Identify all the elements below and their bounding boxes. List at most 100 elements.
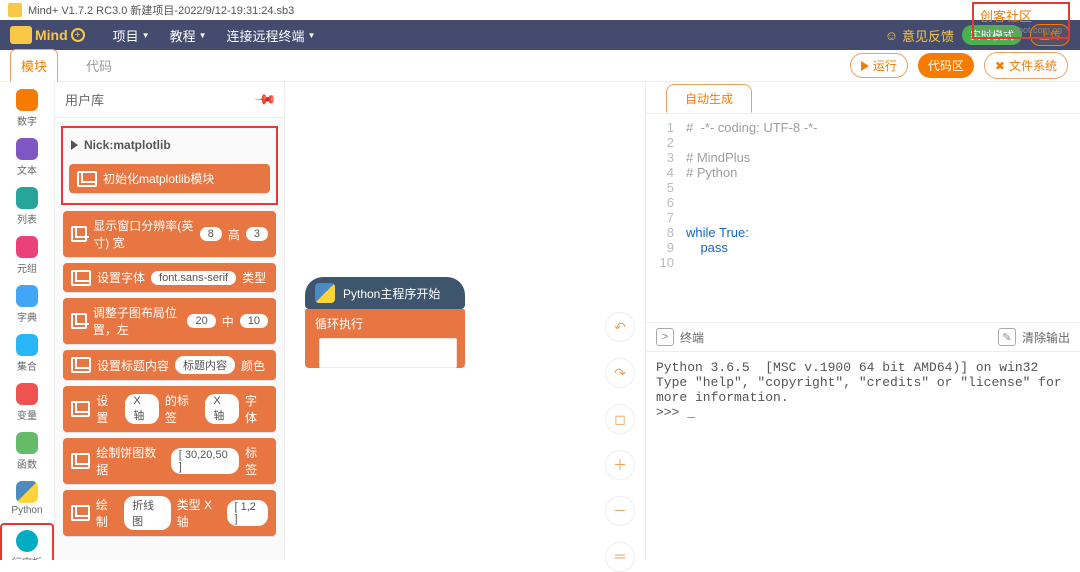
pin-icon[interactable]: 📌 xyxy=(253,87,277,111)
codezone-button[interactable]: 代码区 xyxy=(918,53,974,78)
chart-icon xyxy=(71,226,87,242)
window-title: Mind+ V1.7.2 RC3.0 新建项目-2022/9/12-19:31:… xyxy=(28,2,294,18)
filesystem-button[interactable]: ✖文件系统 xyxy=(984,52,1068,79)
zoom-fit-button[interactable]: ＝ xyxy=(605,542,635,572)
play-icon xyxy=(861,61,869,71)
input-linedata[interactable]: [ 1,2 ] xyxy=(227,500,269,526)
chart-icon xyxy=(71,357,91,373)
input-mid[interactable]: 10 xyxy=(240,314,268,328)
python-icon xyxy=(16,481,38,503)
terminal-icon: > xyxy=(656,328,674,346)
variable-icon xyxy=(16,383,38,405)
block-subplot[interactable]: 调整子图布局位置，左 20 中 10 xyxy=(63,298,276,344)
undo-button[interactable]: ↶ xyxy=(605,312,635,342)
main-tabs: 模块 代码 运行 代码区 ✖文件系统 xyxy=(0,50,1080,82)
c-block-loop[interactable]: 循环执行 xyxy=(305,309,465,368)
rail-function[interactable]: 函数 xyxy=(4,429,50,474)
category-header[interactable]: Nick:matplotlib xyxy=(67,132,272,158)
terminal-header: > 终端 ✎ 清除输出 xyxy=(646,322,1080,352)
gear-icon: ✖ xyxy=(995,59,1005,73)
right-tabs: 自动生成 xyxy=(646,82,1080,114)
input-piedata[interactable]: [ 30,20,50 ] xyxy=(171,448,239,474)
tuple-icon xyxy=(16,236,38,258)
rail-dict[interactable]: 字典 xyxy=(4,282,50,327)
logo-plus-icon: + xyxy=(71,28,85,42)
rail-set[interactable]: 集合 xyxy=(4,331,50,376)
rail-tuple[interactable]: 元组 xyxy=(4,233,50,278)
input-height[interactable]: 3 xyxy=(246,227,268,241)
feedback-link[interactable]: ☺意见反馈 xyxy=(885,26,954,45)
rail-python[interactable]: Python xyxy=(4,478,50,519)
list-icon xyxy=(16,187,38,209)
input-left[interactable]: 20 xyxy=(187,314,215,328)
smile-icon: ☺ xyxy=(885,28,898,43)
block-font[interactable]: 设置字体 font.sans-serif 类型 xyxy=(63,263,276,292)
zoom-out-button[interactable]: － xyxy=(605,496,635,526)
block-pie[interactable]: 绘制饼图数据 [ 30,20,50 ] 标签 xyxy=(63,438,276,484)
rail-number[interactable]: 数字 xyxy=(4,86,50,131)
number-icon xyxy=(16,89,38,111)
hat-python-start[interactable]: Python主程序开始 xyxy=(305,277,465,309)
block-line[interactable]: 绘制 折线图 类型 X轴 [ 1,2 ] xyxy=(63,490,276,536)
chart-icon xyxy=(71,505,90,521)
input-font[interactable]: font.sans-serif xyxy=(151,271,236,285)
rail-variable[interactable]: 变量 xyxy=(4,380,50,425)
dict-icon xyxy=(16,285,38,307)
chart-icon xyxy=(77,171,97,187)
terminal-output[interactable]: Python 3.6.5 [MSC v.1900 64 bit AMD64)] … xyxy=(646,352,1080,560)
caret-down-icon: ▼ xyxy=(308,31,316,40)
logo-icon xyxy=(10,26,32,44)
run-button[interactable]: 运行 xyxy=(850,53,908,78)
block-title[interactable]: 设置标题内容 标题内容 颜色 xyxy=(63,350,276,380)
main-area: 数字 文本 列表 元组 字典 集合 变量 函数 Python 行空板 用户库 用… xyxy=(0,82,1080,560)
menu-remote[interactable]: 连接远程终端▼ xyxy=(217,26,326,45)
function-icon xyxy=(16,432,38,454)
category-rail: 数字 文本 列表 元组 字典 集合 变量 函数 Python 行空板 用户库 xyxy=(0,82,55,560)
python-icon xyxy=(315,283,335,303)
block-xaxis[interactable]: 设置 X轴 的标签 X轴 字体 xyxy=(63,386,276,432)
dropdown-axis[interactable]: X轴 xyxy=(125,394,159,424)
menu-project[interactable]: 项目▼ xyxy=(103,26,160,45)
logo[interactable]: Mind + xyxy=(10,26,85,44)
expand-icon xyxy=(71,140,78,150)
block-init-matplotlib[interactable]: 初始化matplotlib模块 xyxy=(69,164,270,193)
unihiker-icon xyxy=(16,530,38,552)
tab-code[interactable]: 代码 xyxy=(76,50,122,81)
input-xlabel[interactable]: X轴 xyxy=(205,394,239,424)
input-width[interactable]: 8 xyxy=(200,227,222,241)
menubar: Mind + 项目▼ 教程▼ 连接远程终端▼ ☺意见反馈 实时模式 上传 xyxy=(0,20,1080,50)
right-panel: 自动生成 1# -*- coding: UTF-8 -*-23# MindPlu… xyxy=(645,82,1080,560)
highlight-frame: Nick:matplotlib 初始化matplotlib模块 xyxy=(61,126,278,205)
zoom-in-button[interactable]: ＋ xyxy=(605,450,635,480)
crop-button[interactable]: ◻ xyxy=(605,404,635,434)
tab-module[interactable]: 模块 xyxy=(10,49,58,82)
rail-text[interactable]: 文本 xyxy=(4,135,50,180)
block-resolution[interactable]: 显示窗口分辨率(英寸) 宽 8 高 3 xyxy=(63,211,276,257)
block-canvas[interactable]: Python主程序开始 循环执行 ↶ ↷ ◻ ＋ － ＝ xyxy=(285,82,645,560)
set-icon xyxy=(16,334,38,356)
caret-down-icon: ▼ xyxy=(199,31,207,40)
script-stack[interactable]: Python主程序开始 循环执行 xyxy=(305,277,465,374)
tab-auto-generate[interactable]: 自动生成 xyxy=(666,84,752,113)
chart-icon xyxy=(71,401,90,417)
broom-icon[interactable]: ✎ xyxy=(998,328,1016,346)
community-link[interactable]: 创客社区 mc.DFRobot.com.cn xyxy=(972,2,1070,39)
app-icon xyxy=(8,3,22,17)
terminal-clear[interactable]: 清除输出 xyxy=(1022,329,1070,346)
terminal-label: 终端 xyxy=(680,329,704,346)
rail-list[interactable]: 列表 xyxy=(4,184,50,229)
window-titlebar: Mind+ V1.7.2 RC3.0 新建项目-2022/9/12-19:31:… xyxy=(0,0,1080,20)
palette-title: 用户库 xyxy=(65,90,104,109)
loop-body[interactable] xyxy=(319,338,457,368)
redo-button[interactable]: ↷ xyxy=(605,358,635,388)
dropdown-chart-type[interactable]: 折线图 xyxy=(124,496,171,530)
community-title: 创客社区 xyxy=(980,6,1062,25)
palette-header: 用户库 📌 xyxy=(55,82,284,118)
code-editor[interactable]: 1# -*- coding: UTF-8 -*-23# MindPlus4# P… xyxy=(646,114,1080,322)
caret-down-icon: ▼ xyxy=(142,31,150,40)
rail-unihiker[interactable]: 行空板 xyxy=(4,527,50,560)
logo-text: Mind xyxy=(35,27,68,43)
category-name: Nick:matplotlib xyxy=(84,138,171,152)
menu-tutorial[interactable]: 教程▼ xyxy=(160,26,217,45)
input-title[interactable]: 标题内容 xyxy=(175,356,235,374)
